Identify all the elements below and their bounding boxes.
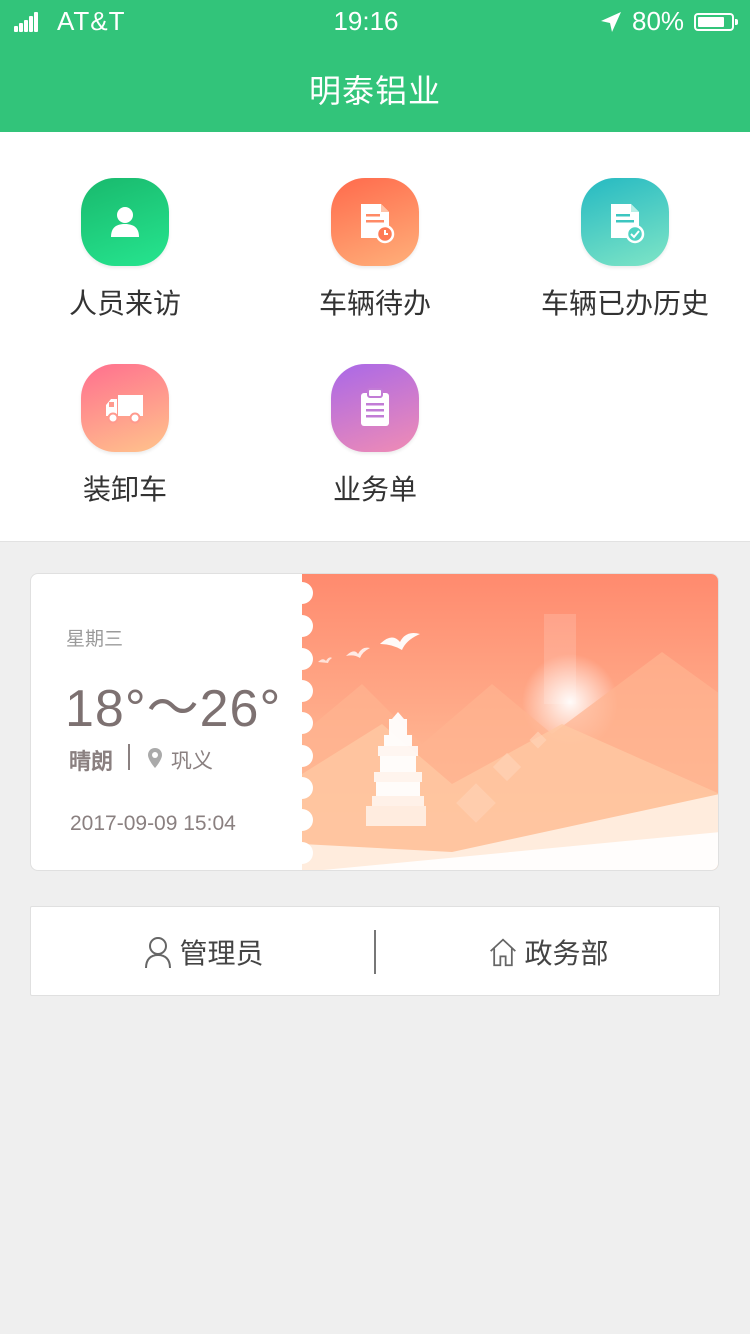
weather-condition: 晴朗 [69, 750, 114, 775]
weather-card[interactable]: 星期三 18°～26° 晴朗 巩义 2017-09-09 15:04 [30, 573, 719, 871]
tile-label: 车辆待办 [318, 287, 431, 320]
loading-tile-icon[interactable] [81, 364, 169, 452]
person-icon [111, 207, 139, 237]
battery-percent: 80% [632, 6, 685, 36]
app-header: AT&T 19:16 80% 明泰铝业 [0, 0, 750, 132]
tile-label: 业务单 [332, 473, 417, 506]
user-icon [145, 937, 172, 969]
department-item[interactable]: 政务部 [376, 907, 721, 997]
tile-label: 装卸车 [82, 473, 167, 506]
document-check-icon [611, 204, 645, 244]
tile-visitor[interactable]: 人员来访 [0, 132, 250, 320]
weather-illustration [302, 574, 718, 870]
tile-loading[interactable]: 装卸车 [0, 318, 250, 506]
weather-datetime: 2017-09-09 15:04 [70, 812, 236, 835]
weather-weekday: 星期三 [66, 628, 124, 650]
vehicle-pending-tile-icon[interactable] [331, 178, 419, 266]
user-name: 管理员 [179, 937, 264, 970]
department-name: 政务部 [524, 937, 609, 970]
visitor-tile-icon[interactable] [81, 178, 169, 266]
function-grid: 人员来访 车辆待办 车辆已办历史 装卸车 业务单 [0, 132, 750, 542]
business-order-tile-icon[interactable] [331, 364, 419, 452]
truck-icon [106, 395, 143, 424]
tile-label: 人员来访 [68, 287, 181, 320]
document-clock-icon [361, 204, 395, 244]
home-icon [490, 938, 517, 967]
location-arrow-icon [601, 12, 621, 32]
weather-info: 星期三 18°～26° 晴朗 巩义 2017-09-09 15:04 [31, 574, 302, 870]
vehicle-history-tile-icon[interactable] [581, 178, 669, 266]
page-title: 明泰铝业 [308, 72, 441, 110]
status-bar: AT&T 19:16 80% [0, 0, 750, 44]
battery-icon [694, 13, 738, 31]
user-item[interactable]: 管理员 [31, 907, 376, 997]
location-pin-icon [148, 748, 162, 768]
tile-vehicle-pending[interactable]: 车辆待办 [250, 132, 500, 320]
info-bar: 管理员 政务部 [30, 906, 720, 996]
weather-temperature: 18°～26° [65, 680, 282, 738]
tile-business-order[interactable]: 业务单 [250, 318, 500, 506]
weather-city: 巩义 [171, 749, 213, 773]
tile-label: 车辆已办历史 [540, 287, 709, 320]
tile-vehicle-history[interactable]: 车辆已办历史 [500, 132, 750, 320]
clipboard-icon [361, 388, 389, 426]
weather-separator [128, 744, 130, 770]
